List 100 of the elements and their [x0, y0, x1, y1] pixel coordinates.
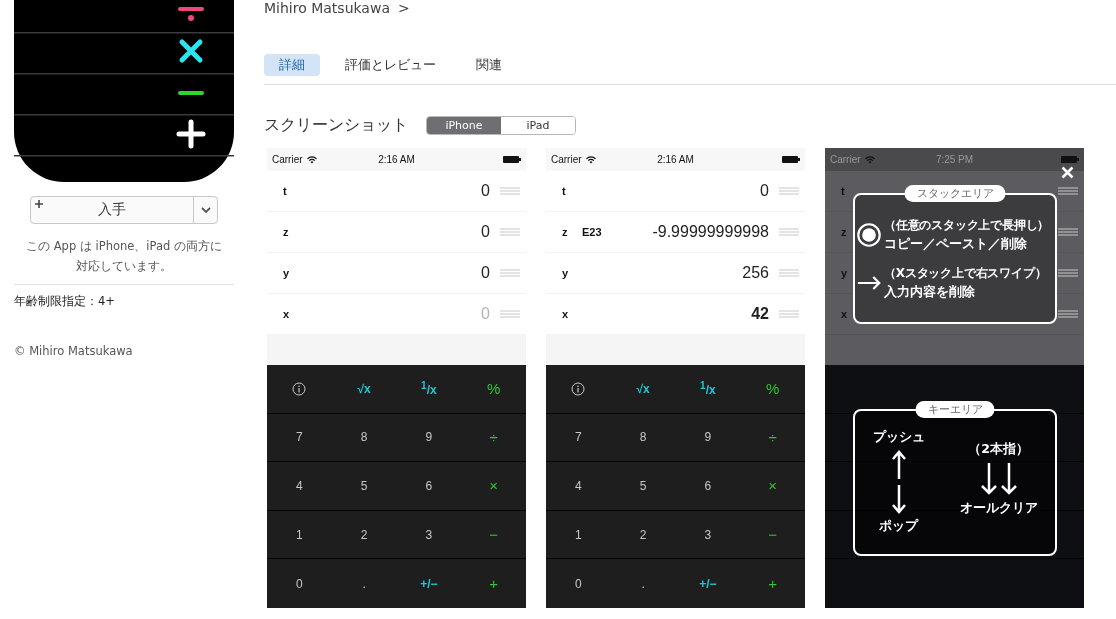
- battery-icon: [503, 156, 521, 163]
- drag-handle-icon: [1058, 310, 1078, 318]
- keypad-key: +: [768, 575, 777, 593]
- stack-value: 256: [742, 264, 769, 282]
- keypad-key: −: [489, 526, 498, 544]
- get-button[interactable]: 入手: [31, 197, 193, 223]
- compatibility-text: この App は iPhone、iPad の両方に対応しています。: [25, 238, 223, 275]
- press-icon: [857, 223, 881, 247]
- keypad-key: 6: [425, 479, 433, 493]
- copyright-text: © Mihiro Matsukawa: [14, 344, 133, 358]
- keypad-key: 2: [360, 527, 368, 542]
- info-icon: [571, 381, 586, 396]
- section-title: スクリーンショット: [264, 115, 408, 136]
- keypad-key: .: [362, 576, 366, 591]
- keypad-key: 6: [704, 479, 712, 493]
- keypad-key: −: [768, 526, 777, 544]
- gesture-hint: （任意のスタック上で長押し）: [884, 217, 1050, 234]
- drag-handle-icon: [779, 187, 799, 195]
- tab[interactable]: 関連: [461, 54, 517, 76]
- arrow-up-icon: [891, 450, 906, 480]
- keypad-key: √x: [636, 381, 650, 396]
- keypad-key: 0: [575, 576, 582, 591]
- age-rating: 年齢制限指定：4+: [14, 294, 115, 309]
- drag-handle-icon: [500, 228, 520, 236]
- keypad-key: 7: [575, 430, 582, 445]
- keypad-key: 7: [296, 430, 303, 445]
- keypad-key: 3: [425, 527, 433, 542]
- info-icon: [292, 381, 307, 396]
- keypad-key: +/−: [699, 576, 717, 591]
- keypad-key: √x: [357, 381, 371, 396]
- keypad-key: 4: [296, 479, 303, 493]
- tab[interactable]: 評価とレビュー: [330, 54, 451, 76]
- device-toggle[interactable]: iPhone: [427, 117, 501, 134]
- register-label: x: [841, 308, 849, 320]
- keypad-key: 9: [425, 430, 433, 445]
- keypad-key: 0: [296, 576, 303, 591]
- panel-title: キーエリア: [915, 401, 995, 418]
- chevron-text: >: [398, 0, 410, 16]
- panel-title: スタックエリア: [904, 185, 1006, 202]
- drag-handle-icon: [500, 269, 520, 277]
- keypad-key: ÷: [768, 428, 777, 446]
- close-icon: [1061, 166, 1074, 179]
- plus-icon: [35, 200, 43, 208]
- register-label: t: [841, 185, 846, 197]
- keypad-key: 5: [360, 479, 368, 493]
- keypad-key: +/−: [420, 576, 438, 591]
- register-label: y: [283, 267, 291, 279]
- keypad-key: ÷: [489, 428, 498, 446]
- drag-handle-icon: [1058, 269, 1078, 277]
- keypad-key: ×: [489, 477, 498, 495]
- register-label: x: [562, 308, 570, 320]
- gesture-action: 入力内容を削除: [884, 284, 976, 301]
- register-label: t: [283, 185, 288, 197]
- all-clear-label: オールクリア: [959, 500, 1038, 517]
- keypad-key: $^{1}$/x: [421, 380, 437, 398]
- developer-link[interactable]: Mihiro Matsukawa: [264, 0, 390, 16]
- register-label: y: [841, 267, 849, 279]
- exponent-label: E23: [582, 226, 602, 238]
- drag-handle-icon: [1058, 228, 1078, 236]
- register-label: x: [283, 308, 291, 320]
- arrow-down-icon: [891, 484, 906, 514]
- stack-value: 0: [481, 223, 490, 241]
- keypad-key: %: [765, 380, 780, 398]
- wifi-icon: [306, 155, 317, 164]
- carrier-text: Carrier: [551, 154, 582, 165]
- stack-value: 42: [751, 305, 769, 323]
- keypad-key: $^{1}$/x: [700, 380, 716, 398]
- keypad-key: 9: [704, 430, 712, 445]
- double-arrow-down-icon: [979, 462, 1018, 496]
- battery-icon: [1061, 156, 1079, 163]
- register-label: z: [283, 226, 290, 238]
- gesture-hint: （Xスタック上で右スワイプ）: [884, 265, 1047, 282]
- keypad-key: 2: [639, 527, 647, 542]
- chevron-down-icon: [200, 207, 211, 213]
- keypad-key: 1: [296, 527, 303, 542]
- register-label: z: [562, 226, 569, 238]
- two-finger-label: （2本指）: [968, 441, 1029, 458]
- stack-value: 0: [760, 182, 769, 200]
- drag-handle-icon: [779, 310, 799, 318]
- register-label: y: [562, 267, 570, 279]
- status-time: 2:16 AM: [657, 154, 694, 165]
- keypad-key: %: [486, 380, 501, 398]
- stack-value: 0: [481, 182, 490, 200]
- stack-value: -9.99999999998: [652, 223, 769, 241]
- pop-label: ポップ: [879, 518, 918, 535]
- register-label: t: [562, 185, 567, 197]
- gesture-action: コピー／ペースト／削除: [884, 236, 1028, 253]
- battery-icon: [782, 156, 800, 163]
- wifi-icon: [864, 155, 875, 164]
- status-time: 7:25 PM: [935, 154, 974, 165]
- keypad-key: +: [489, 575, 498, 593]
- drag-handle-icon: [500, 187, 520, 195]
- keypad-key: 8: [360, 430, 368, 445]
- drag-handle-icon: [779, 228, 799, 236]
- keypad-key: .: [641, 576, 645, 591]
- keypad-key: 4: [575, 479, 582, 493]
- stack-value: 0: [481, 264, 490, 282]
- keypad-key: 8: [639, 430, 647, 445]
- tab[interactable]: 詳細: [264, 54, 320, 76]
- push-label: プッシュ: [872, 429, 925, 446]
